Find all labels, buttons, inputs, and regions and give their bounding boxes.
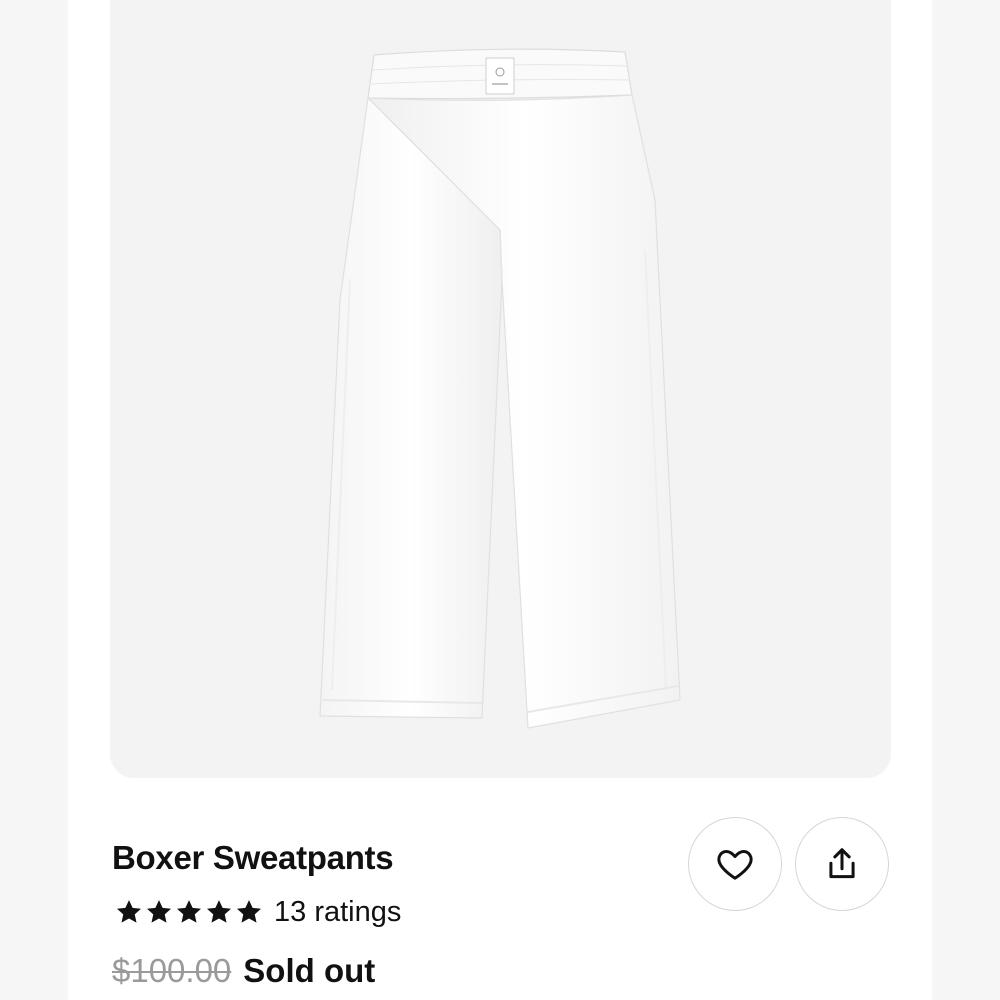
star-icon (207, 900, 231, 923)
star-icon (147, 900, 171, 923)
price-row: $100.00 Sold out (112, 952, 375, 990)
star-icon (177, 900, 201, 923)
star-icon (237, 900, 261, 923)
right-margin (932, 0, 1000, 1000)
favorite-button[interactable] (688, 817, 782, 911)
star-icon (117, 900, 141, 923)
heart-icon (717, 850, 753, 880)
sweatpants-illustration (319, 48, 681, 729)
original-price: $100.00 (112, 952, 232, 989)
product-rating[interactable]: 13 ratings (114, 893, 401, 931)
share-icon (829, 848, 855, 879)
rating-stars (114, 897, 264, 927)
share-button[interactable] (795, 817, 889, 911)
product-title: Boxer Sweatpants (112, 839, 394, 876)
product-image[interactable] (110, 0, 891, 778)
rating-count[interactable]: 13 ratings (274, 893, 401, 931)
sold-out-label: Sold out (243, 952, 376, 989)
left-margin (0, 0, 68, 1000)
